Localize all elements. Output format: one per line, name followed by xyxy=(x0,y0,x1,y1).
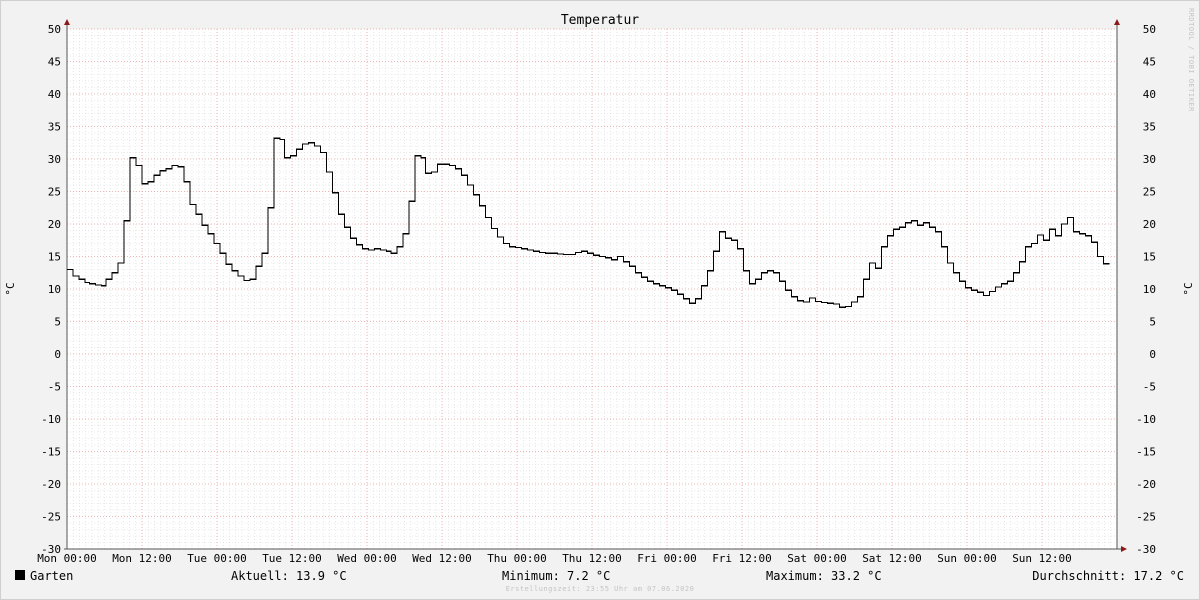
y-tick-label-left: 35 xyxy=(48,121,61,134)
y-tick-labels-right: 50454035302520151050-5-10-15-20-25-30 xyxy=(1136,23,1156,556)
x-tick-labels: Mon 00:00 Mon 12:00 Tue 00:00 Tue 12:00 Wed … xyxy=(37,552,1072,565)
y-tick-label-left: -5 xyxy=(48,381,61,394)
rrdtool-credit: RRDTOOL / TOBI OETIKER xyxy=(1187,8,1195,112)
x-tick-label: Thu 00:00 xyxy=(487,552,547,565)
y-tick-label-left: 0 xyxy=(54,348,61,361)
y-tick-label-left: 10 xyxy=(48,283,61,296)
legend-maximum: Maximum: 33.2 °C xyxy=(766,569,882,583)
y-tick-label-right: 0 xyxy=(1149,348,1156,361)
x-tick-label: Wed 12:00 xyxy=(412,552,472,565)
y-tick-label-right: -20 xyxy=(1136,478,1156,491)
y-tick-label-left: -10 xyxy=(41,413,61,426)
y-tick-label-left: 5 xyxy=(54,316,61,329)
y-tick-label-right: 45 xyxy=(1143,56,1156,69)
y-tick-label-right: 25 xyxy=(1143,186,1156,199)
x-tick-label: Sat 12:00 xyxy=(862,552,922,565)
x-tick-label: Sat 00:00 xyxy=(787,552,847,565)
x-tick-label: Tue 12:00 xyxy=(262,552,322,565)
y-tick-label-left: 50 xyxy=(48,23,61,36)
x-tick-label: Wed 00:00 xyxy=(337,552,397,565)
x-tick-label: Sun 12:00 xyxy=(1012,552,1072,565)
x-axis-arrow xyxy=(1121,546,1127,552)
y-tick-label-right: 35 xyxy=(1143,121,1156,134)
y-tick-label-right: 5 xyxy=(1149,316,1156,329)
y-axis-label-right: °C xyxy=(1182,282,1195,295)
y-tick-label-left: 25 xyxy=(48,186,61,199)
y-tick-label-right: -15 xyxy=(1136,446,1156,459)
y-tick-label-left: -15 xyxy=(41,446,61,459)
y-tick-label-left: 45 xyxy=(48,56,61,69)
y-tick-label-left: 30 xyxy=(48,153,61,166)
y-axis-arrow-right xyxy=(1114,19,1120,25)
x-tick-label: Fri 12:00 xyxy=(712,552,772,565)
y-tick-label-left: 15 xyxy=(48,251,61,264)
legend-average: Durchschnitt: 17.2 °C xyxy=(1032,569,1184,583)
x-tick-label: Mon 12:00 xyxy=(112,552,172,565)
grid xyxy=(66,28,1117,550)
x-tick-label: Mon 00:00 xyxy=(37,552,97,565)
y-tick-label-right: 50 xyxy=(1143,23,1156,36)
x-tick-label: Sun 00:00 xyxy=(937,552,997,565)
y-tick-labels-left: 50454035302520151050-5-10-15-20-25-30 xyxy=(41,23,61,556)
legend-minimum: Minimum: 7.2 °C xyxy=(502,569,611,583)
y-axis-label-left: °C xyxy=(4,282,17,295)
y-tick-label-right: -10 xyxy=(1136,413,1156,426)
x-tick-label: Thu 12:00 xyxy=(562,552,622,565)
legend-swatch-garten xyxy=(15,570,25,580)
y-tick-label-right: 30 xyxy=(1143,153,1156,166)
y-tick-label-right: -5 xyxy=(1143,381,1156,394)
y-tick-label-left: 40 xyxy=(48,88,61,101)
y-tick-label-right: 10 xyxy=(1143,283,1156,296)
legend-series-name: Garten xyxy=(30,569,74,583)
footer-creation-time: Erstellungszeit: 23:55 Uhr am 07.06.2020 xyxy=(505,585,695,593)
legend-current: Aktuell: 13.9 °C xyxy=(231,569,347,583)
x-tick-label: Tue 00:00 xyxy=(187,552,247,565)
y-tick-label-right: 40 xyxy=(1143,88,1156,101)
y-axis-arrow-left xyxy=(64,19,70,25)
temperature-chart: Temperatur °C °C 50454035302520151050-5-… xyxy=(4,13,1195,565)
y-tick-label-right: -30 xyxy=(1136,543,1156,556)
y-tick-label-left: 20 xyxy=(48,218,61,231)
y-tick-label-right: 15 xyxy=(1143,251,1156,264)
y-tick-label-left: -25 xyxy=(41,511,61,524)
chart-title: Temperatur xyxy=(561,13,639,28)
y-tick-label-left: -20 xyxy=(41,478,61,491)
y-tick-label-right: -25 xyxy=(1136,511,1156,524)
y-tick-label-right: 20 xyxy=(1143,218,1156,231)
x-tick-label: Fri 00:00 xyxy=(637,552,697,565)
